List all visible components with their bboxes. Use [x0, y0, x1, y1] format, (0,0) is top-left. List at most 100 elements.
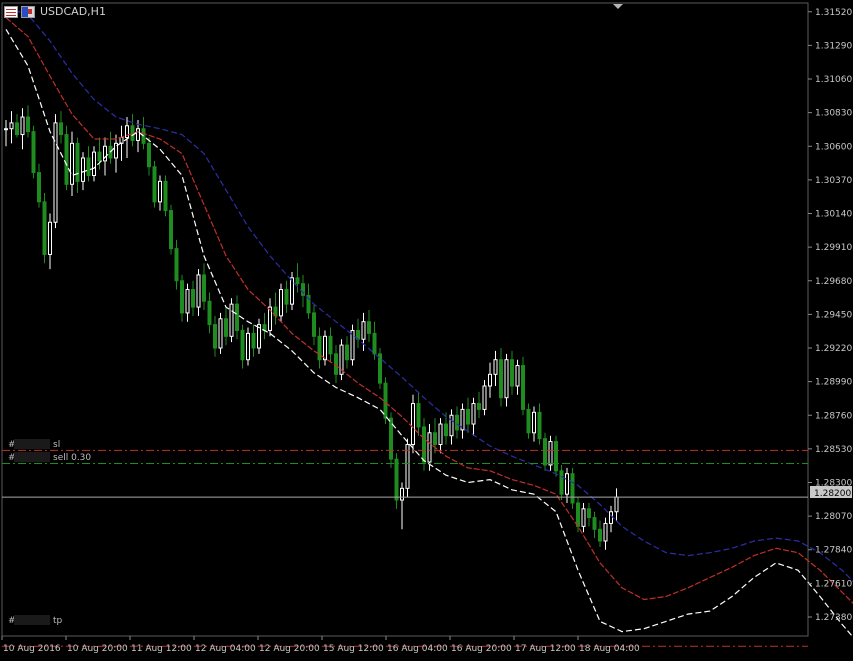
candle-body [59, 122, 63, 136]
candle-body [532, 411, 536, 434]
candle-body [548, 441, 553, 466]
candle-body [537, 411, 542, 440]
candle-body [48, 221, 52, 255]
candle-body [207, 300, 212, 326]
candle-body [240, 329, 245, 361]
candle-body [152, 166, 157, 203]
price-label: 1.29450 [815, 310, 852, 320]
candle-body [119, 136, 124, 144]
candle-body [70, 142, 74, 185]
candle-body [614, 496, 619, 513]
time-label: 12 Aug 20:00 [259, 644, 320, 654]
candle-body [378, 353, 382, 384]
candle-body [75, 142, 80, 182]
candle-body [81, 157, 85, 182]
price-label: 1.29220 [815, 344, 852, 354]
price-label: 1.31290 [815, 41, 852, 51]
candle-body [367, 321, 371, 334]
chart-window[interactable]: 1.31520 1.31290 1.31060 1.30830 1.30600 1.303… [0, 0, 853, 657]
price-label: 1.28530 [815, 445, 852, 455]
candle-body [521, 365, 525, 410]
candle-body [15, 122, 19, 136]
candle-body [229, 303, 234, 337]
candle-body [587, 508, 591, 519]
price-label: 1.27840 [815, 546, 852, 556]
candle-body [53, 122, 58, 223]
candle-body [31, 131, 36, 174]
current-price-text: 1.28200 [814, 489, 851, 499]
time-label: 12 Aug 04:00 [195, 644, 256, 654]
time-label: 16 Aug 20:00 [451, 644, 512, 654]
candle-body [394, 458, 399, 501]
candle-body [147, 142, 151, 168]
candle-body [400, 487, 404, 501]
candle-body [466, 408, 470, 425]
candle-body [411, 403, 415, 445]
candle-body [202, 274, 206, 302]
candle-body [42, 201, 47, 255]
candle-body [251, 332, 256, 349]
candle-body [350, 329, 355, 361]
candle-body [163, 180, 168, 212]
candle-body [86, 157, 91, 177]
candle-body [295, 277, 300, 285]
candle-body [26, 116, 30, 133]
candle-body [433, 432, 437, 445]
candle-body [592, 517, 597, 530]
candle-body [218, 318, 223, 349]
tp-label: tp [53, 616, 63, 626]
candle-body [603, 522, 608, 542]
candle-body [427, 432, 432, 463]
candle-body [422, 426, 426, 463]
candle-body [477, 403, 481, 410]
candle-body [504, 359, 509, 399]
candle-body [174, 248, 179, 282]
candle-body [20, 116, 25, 136]
candle-body [576, 502, 580, 527]
candle-body [224, 318, 228, 337]
price-label: 1.28760 [815, 411, 852, 421]
candle-body [284, 289, 289, 305]
candle-body [499, 359, 503, 399]
candle-body [345, 344, 349, 361]
sl-label: sl [53, 440, 60, 450]
candle-body [449, 414, 454, 437]
candle-body [543, 438, 547, 466]
list-icon[interactable] [4, 5, 18, 18]
price-label: 1.30370 [815, 176, 852, 186]
candle-body [130, 125, 135, 141]
sl-label-redaction [14, 439, 50, 449]
candle-body [158, 180, 162, 203]
order-label-redaction [14, 452, 50, 462]
candle-body [482, 385, 487, 410]
price-label: 1.30830 [815, 109, 852, 119]
price-label: 1.27380 [815, 613, 852, 623]
time-label: 17 Aug 12:00 [515, 644, 576, 654]
candle-body [312, 312, 316, 337]
candle-body [92, 151, 96, 177]
candle-body [185, 289, 190, 314]
price-label: 1.31060 [815, 75, 852, 85]
time-label: 15 Aug 12:00 [323, 644, 384, 654]
candle-body [246, 332, 250, 361]
candle-body [515, 365, 520, 387]
candle-body [570, 473, 575, 504]
candle-body [180, 280, 184, 314]
order-label: sell 0.30 [53, 453, 91, 463]
price-label: 1.31520 [815, 8, 852, 18]
time-label: 10 Aug 2016 [3, 644, 61, 654]
price-label: 1.29910 [815, 243, 852, 253]
candle-body [581, 508, 586, 527]
candle-body [559, 470, 564, 495]
chart-canvas[interactable]: 1.31520 1.31290 1.31060 1.30830 1.30600 1.303… [0, 0, 853, 657]
candle-body [598, 528, 602, 542]
candle-body [279, 289, 283, 317]
price-label: 1.30140 [815, 210, 852, 220]
time-label: 11 Aug 12:00 [131, 644, 192, 654]
flag-icon[interactable] [21, 5, 35, 18]
price-label: 1.29680 [815, 277, 852, 287]
candle-body [444, 423, 448, 437]
candle-body [565, 473, 569, 495]
price-label: 1.30600 [815, 142, 852, 152]
chart-title: USDCAD,H1 [40, 5, 106, 18]
